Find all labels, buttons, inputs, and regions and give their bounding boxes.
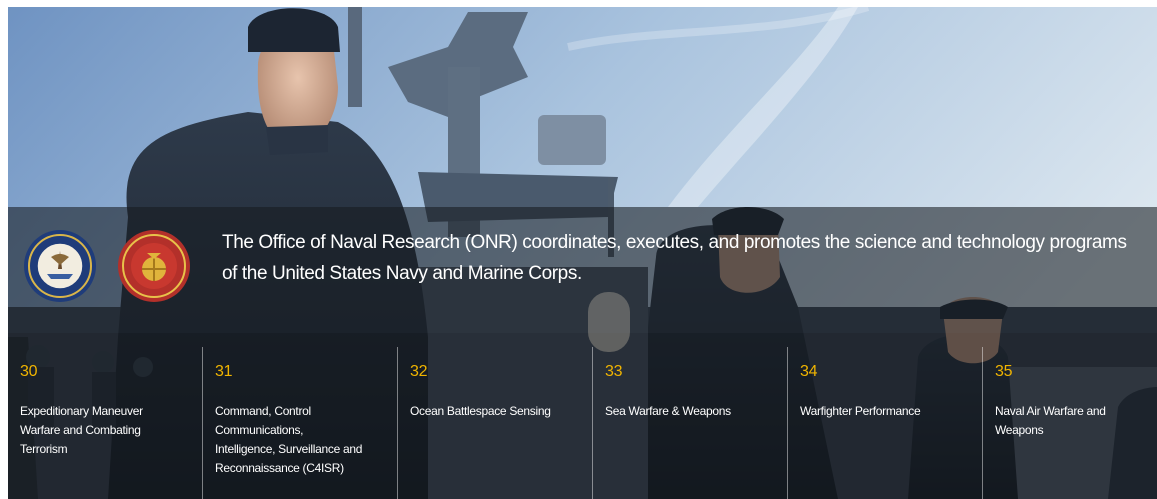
code-number: 31 xyxy=(215,363,233,380)
code-link[interactable]: Naval Air Warfare and Weapons xyxy=(995,402,1145,440)
code-number: 33 xyxy=(605,363,623,380)
code-link[interactable]: Expeditionary Maneuver Warfare and Comba… xyxy=(20,402,170,459)
code-link[interactable]: Sea Warfare & Weapons xyxy=(605,402,780,421)
code-link[interactable]: Ocean Battlespace Sensing xyxy=(410,402,585,421)
code-number: 35 xyxy=(995,363,1013,380)
code-column-35[interactable]: 35 Naval Air Warfare and Weapons xyxy=(982,347,1157,499)
code-link[interactable]: Command, Control Communications, Intelli… xyxy=(215,402,365,478)
code-link[interactable]: Warfighter Performance xyxy=(800,402,975,421)
code-number: 34 xyxy=(800,363,818,380)
code-column-32[interactable]: 32 Ocean Battlespace Sensing xyxy=(397,347,592,499)
hero-banner: The Office of Naval Research (ONR) coord… xyxy=(8,7,1157,499)
code-column-30[interactable]: 30 Expeditionary Maneuver Warfare and Co… xyxy=(8,347,202,499)
navy-seal-icon[interactable] xyxy=(23,229,97,303)
code-column-31[interactable]: 31 Command, Control Communications, Inte… xyxy=(202,347,397,499)
code-column-34[interactable]: 34 Warfighter Performance xyxy=(787,347,982,499)
marine-corps-seal-icon[interactable] xyxy=(117,229,191,303)
code-number: 30 xyxy=(20,363,38,380)
mission-statement: The Office of Naval Research (ONR) coord… xyxy=(222,232,1127,284)
code-number: 32 xyxy=(410,363,428,380)
code-column-33[interactable]: 33 Sea Warfare & Weapons xyxy=(592,347,787,499)
